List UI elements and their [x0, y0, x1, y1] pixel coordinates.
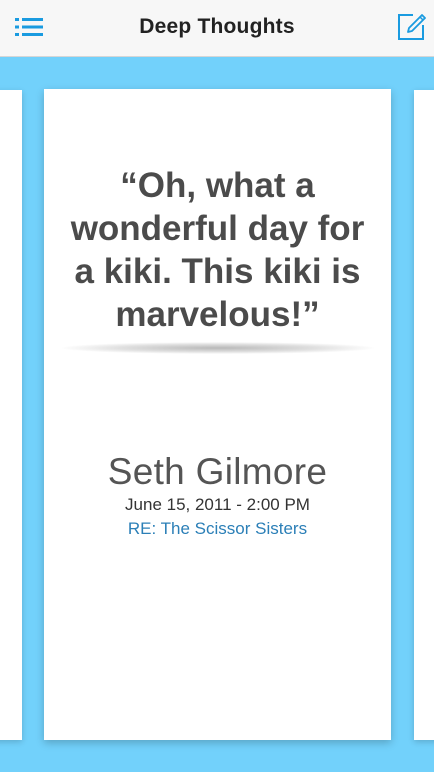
compose-edit-icon: [398, 14, 426, 40]
quote-topic-link[interactable]: RE: The Scissor Sisters: [44, 519, 391, 539]
quote-date: June 15, 2011 - 2:00 PM: [125, 495, 310, 514]
quote-text: “Oh, what a wonderful day for a kiki. Th…: [70, 166, 365, 334]
quote-divider-shadow: [62, 342, 374, 354]
compose-button[interactable]: [396, 12, 426, 42]
page-title: Deep Thoughts: [139, 15, 295, 38]
navigation-bar: Deep Thoughts: [0, 0, 434, 57]
app-screen: Deep Thoughts “Oh, what a wonderful day …: [0, 0, 434, 772]
quote-card: “Oh, what a wonderful day for a kiki. Th…: [44, 89, 391, 740]
next-card-peek[interactable]: [414, 90, 434, 740]
author-name: Seth Gilmore: [107, 451, 328, 492]
previous-card-peek[interactable]: [0, 90, 22, 740]
